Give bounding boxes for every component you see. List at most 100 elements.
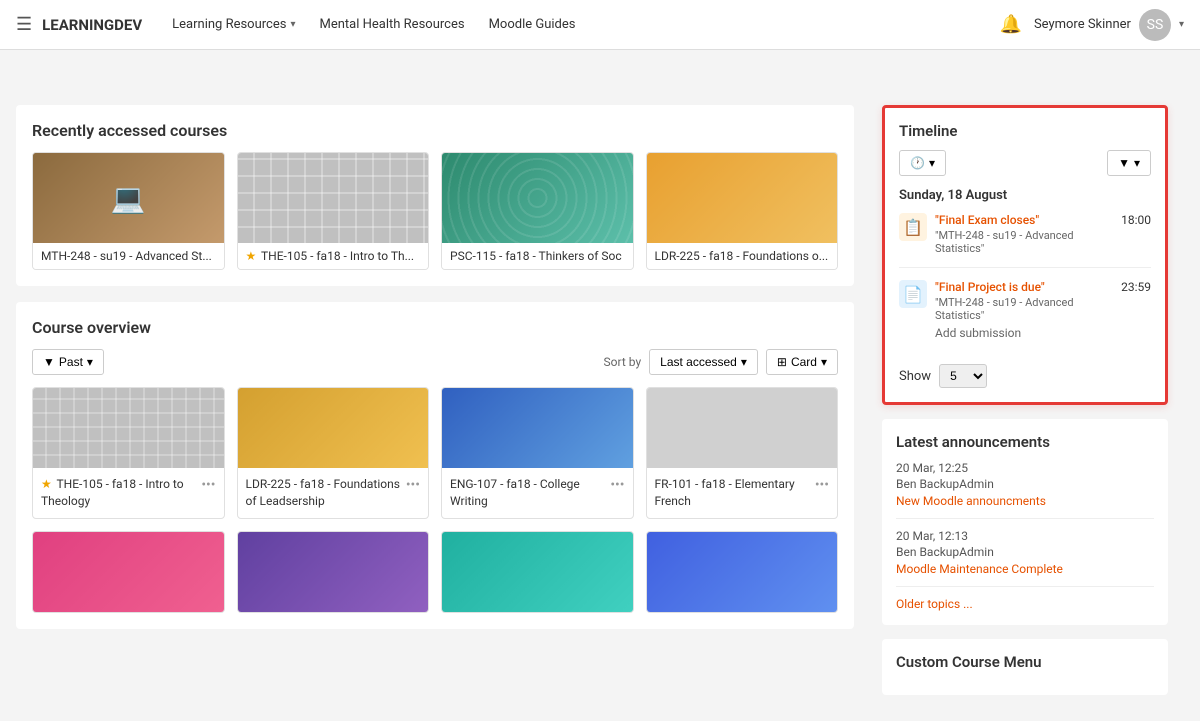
- announcements-widget: Latest announcements 20 Mar, 12:25 Ben B…: [882, 419, 1168, 625]
- sort-dropdown-icon: ▾: [741, 355, 747, 369]
- card-menu-icon[interactable]: •••: [610, 476, 624, 496]
- older-topics: Older topics ...: [896, 597, 1154, 611]
- card-info-header: FR-101 - fa18 - Elementary French •••: [655, 476, 830, 510]
- recent-course-card[interactable]: ★ THE-105 - fa18 - Intro to Th...: [237, 152, 430, 270]
- filter-past-button[interactable]: ▼ Past ▾: [32, 349, 104, 375]
- timeline-item-link[interactable]: "Final Project is due": [935, 280, 1113, 294]
- timeline-item: 📋 "Final Exam closes" "MTH-248 - su19 - …: [899, 213, 1151, 268]
- filter-dropdown-icon: ▾: [1134, 156, 1140, 170]
- timeline-item-icon: 📋: [899, 213, 927, 241]
- overview-card[interactable]: [237, 531, 430, 613]
- clock-icon: 🕐: [910, 156, 925, 170]
- show-label: Show: [899, 369, 931, 384]
- card-menu-icon[interactable]: •••: [406, 476, 420, 496]
- card-info: ENG-107 - fa18 - College Writing •••: [442, 468, 633, 518]
- ann-author: Ben BackupAdmin: [896, 545, 1154, 559]
- card-info-header: LDR-225 - fa18 - Foundations of Leadsers…: [246, 476, 421, 510]
- timeline-item-time: 23:59: [1121, 280, 1151, 294]
- recent-course-card[interactable]: LDR-225 - fa18 - Foundations o...: [646, 152, 839, 270]
- controls-right: Sort by Last accessed ▾ ⊞ Card ▾: [604, 349, 838, 375]
- recently-accessed-section: Recently accessed courses 💻 MTH-248 - su…: [16, 105, 854, 286]
- timeline-item-icon: 📄: [899, 280, 927, 308]
- user-name: Seymore Skinner: [1034, 17, 1131, 32]
- avatar: SS: [1139, 9, 1171, 41]
- recently-accessed-title: Recently accessed courses: [32, 121, 838, 140]
- star-icon: ★: [41, 477, 52, 491]
- timeline-date-header: Sunday, 18 August: [899, 188, 1151, 203]
- nav-mental-health[interactable]: Mental Health Resources: [310, 11, 475, 38]
- recent-courses-grid: 💻 MTH-248 - su19 - Advanced St... ★ THE-…: [32, 152, 838, 270]
- timeline-show-row: Show 5 10 15: [899, 364, 1151, 388]
- timeline-filter-button[interactable]: ▼ ▾: [1107, 150, 1151, 176]
- overview-card[interactable]: LDR-225 - fa18 - Foundations of Leadsers…: [237, 387, 430, 519]
- timeline-controls: 🕐 ▾ ▼ ▾: [899, 150, 1151, 176]
- timeline-item-subtitle: "MTH-248 - su19 - Advanced Statistics": [935, 229, 1113, 255]
- overview-controls: ▼ Past ▾ Sort by Last accessed ▾ ⊞ Card …: [32, 349, 838, 375]
- timeline-clock-button[interactable]: 🕐 ▾: [899, 150, 946, 176]
- ann-link[interactable]: Moodle Maintenance Complete: [896, 562, 1154, 576]
- overview-card[interactable]: [646, 531, 839, 613]
- grid-icon: ⊞: [777, 355, 787, 369]
- timeline-item-content: "Final Project is due" "MTH-248 - su19 -…: [935, 280, 1113, 340]
- timeline-item-link[interactable]: "Final Exam closes": [935, 213, 1113, 227]
- filter-dropdown-icon: ▾: [87, 355, 93, 369]
- recent-course-card[interactable]: PSC-115 - fa18 - Thinkers of Soc: [441, 152, 634, 270]
- recent-course-card[interactable]: 💻 MTH-248 - su19 - Advanced St...: [32, 152, 225, 270]
- overview-grid-row2: [32, 531, 838, 613]
- clock-dropdown-icon: ▾: [929, 156, 935, 170]
- nav-learning-resources[interactable]: Learning Resources ▾: [162, 11, 305, 38]
- filter-icon: ▼: [1118, 156, 1130, 170]
- card-menu-icon[interactable]: •••: [815, 476, 829, 496]
- announcements-title: Latest announcements: [896, 433, 1154, 451]
- course-label: PSC-115 - fa18 - Thinkers of Soc: [442, 243, 633, 269]
- custom-course-menu-widget: Custom Course Menu: [882, 639, 1168, 695]
- timeline-title: Timeline: [899, 122, 1151, 140]
- sort-label: Sort by: [604, 355, 642, 369]
- overview-card[interactable]: ★ THE-105 - fa18 - Intro to Theology •••: [32, 387, 225, 519]
- announcement-item: 20 Mar, 12:25 Ben BackupAdmin New Moodle…: [896, 461, 1154, 519]
- view-dropdown-icon: ▾: [821, 355, 827, 369]
- sort-button[interactable]: Last accessed ▾: [649, 349, 758, 375]
- card-title: ★ THE-105 - fa18 - Intro to Theology: [41, 476, 201, 510]
- card-title: LDR-225 - fa18 - Foundations of Leadsers…: [246, 476, 406, 510]
- course-overview-section: Course overview ▼ Past ▾ Sort by Last ac…: [16, 302, 854, 629]
- ann-link[interactable]: New Moodle announcments: [896, 494, 1154, 508]
- view-card-button[interactable]: ⊞ Card ▾: [766, 349, 838, 375]
- navbar: ☰ LEARNINGDEV Learning Resources ▾ Menta…: [0, 0, 1200, 50]
- add-submission-link[interactable]: Add submission: [935, 326, 1113, 340]
- hamburger-icon[interactable]: ☰: [16, 14, 32, 35]
- bell-icon[interactable]: 🔔: [1000, 14, 1022, 35]
- older-topics-link[interactable]: ...: [963, 597, 973, 611]
- timeline-item: 📄 "Final Project is due" "MTH-248 - su19…: [899, 280, 1151, 352]
- card-info-header: ★ THE-105 - fa18 - Intro to Theology •••: [41, 476, 216, 510]
- course-overview-title: Course overview: [32, 318, 838, 337]
- overview-card[interactable]: ENG-107 - fa18 - College Writing •••: [441, 387, 634, 519]
- announcement-item: 20 Mar, 12:13 Ben BackupAdmin Moodle Mai…: [896, 529, 1154, 587]
- card-info: ★ THE-105 - fa18 - Intro to Theology •••: [33, 468, 224, 518]
- overview-card[interactable]: [32, 531, 225, 613]
- overview-grid-row1: ★ THE-105 - fa18 - Intro to Theology •••…: [32, 387, 838, 519]
- show-select[interactable]: 5 10 15: [939, 364, 987, 388]
- chevron-down-icon: ▾: [290, 19, 295, 30]
- nav-moodle-guides[interactable]: Moodle Guides: [479, 11, 586, 38]
- card-title: ENG-107 - fa18 - College Writing: [450, 476, 610, 510]
- filter-icon: ▼: [43, 355, 55, 369]
- star-icon: ★: [246, 249, 257, 263]
- ann-author: Ben BackupAdmin: [896, 477, 1154, 491]
- timeline-item-subtitle: "MTH-248 - su19 - Advanced Statistics": [935, 296, 1113, 322]
- ann-date: 20 Mar, 12:25: [896, 461, 1154, 475]
- user-dropdown-arrow: ▾: [1179, 19, 1184, 30]
- card-menu-icon[interactable]: •••: [201, 476, 215, 496]
- brand-logo[interactable]: LEARNINGDEV: [42, 16, 142, 34]
- card-info: FR-101 - fa18 - Elementary French •••: [647, 468, 838, 518]
- page-body: Recently accessed courses 💻 MTH-248 - su…: [0, 93, 1200, 721]
- ann-date: 20 Mar, 12:13: [896, 529, 1154, 543]
- overview-card[interactable]: FR-101 - fa18 - Elementary French •••: [646, 387, 839, 519]
- main-nav: Learning Resources ▾ Mental Health Resou…: [162, 11, 999, 38]
- user-menu[interactable]: Seymore Skinner SS ▾: [1034, 9, 1184, 41]
- sidebar: Timeline 🕐 ▾ ▼ ▾ Sunday, 18 August 📋 "Fi: [870, 93, 1180, 721]
- overview-card[interactable]: [441, 531, 634, 613]
- course-label: LDR-225 - fa18 - Foundations o...: [647, 243, 838, 269]
- card-title: FR-101 - fa18 - Elementary French: [655, 476, 815, 510]
- course-label: ★ THE-105 - fa18 - Intro to Th...: [238, 243, 429, 269]
